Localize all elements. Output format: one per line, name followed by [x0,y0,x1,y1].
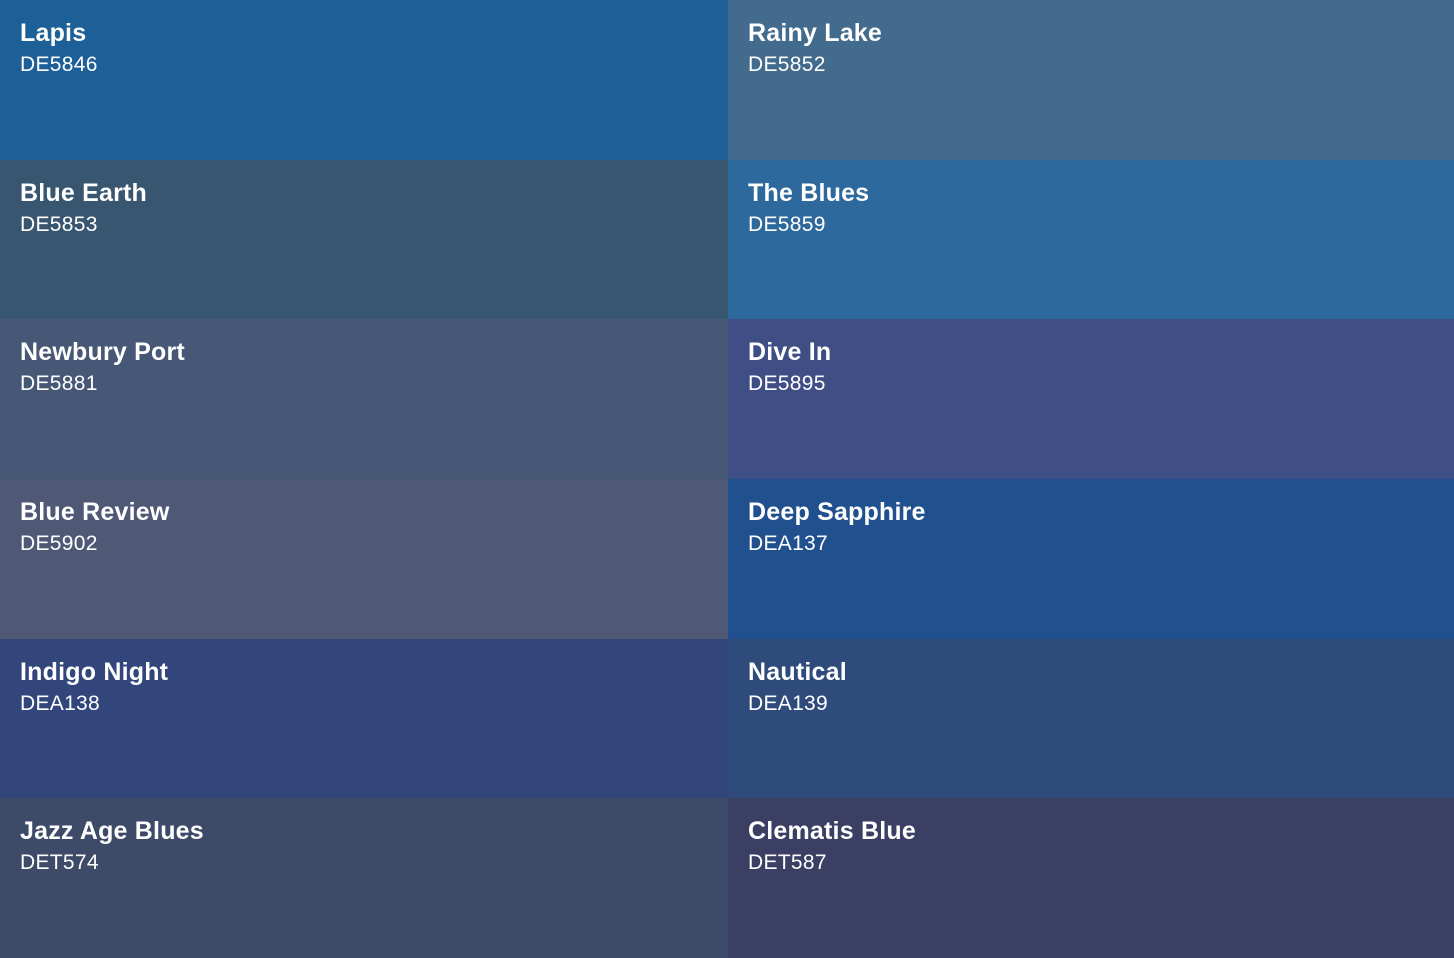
swatch-code: DE5846 [20,53,98,76]
swatch-newbury-port[interactable]: Newbury Port DE5881 [0,319,728,479]
swatch-jazz-age-blues[interactable]: Jazz Age Blues DET574 [0,798,728,958]
swatch-indigo-night[interactable]: Indigo Night DEA138 [0,638,728,799]
swatch-name: Blue Earth [20,178,148,207]
swatch-name: Indigo Night [20,657,169,686]
swatch-blue-review[interactable]: Blue Review DE5902 [0,479,728,639]
swatch-nautical[interactable]: Nautical DEA139 [728,638,1454,799]
swatch-rainy-lake[interactable]: Rainy Lake DE5852 [728,0,1454,160]
swatch-deep-sapphire[interactable]: Deep Sapphire DEA137 [728,479,1454,639]
swatch-name: Newbury Port [20,338,185,367]
swatch-name: Nautical [748,657,847,686]
swatch-code: DE5859 [748,212,826,236]
swatch-code: DET574 [20,851,99,875]
swatch-name: Clematis Blue [748,817,916,846]
swatch-code: DE5852 [748,53,826,76]
swatch-name: Rainy Lake [748,19,883,47]
swatch-code: DE5895 [748,372,826,396]
color-swatch-grid: Lapis DE5846 Rainy Lake DE5852 Blue Eart… [0,0,1454,958]
swatch-blue-earth[interactable]: Blue Earth DE5853 [0,159,728,320]
swatch-name: Blue Review [20,498,170,526]
swatch-code: DE5902 [20,532,98,555]
swatch-name: Lapis [20,19,87,47]
swatch-code: DEA137 [748,532,829,555]
swatch-the-blues[interactable]: The Blues DE5859 [728,159,1454,320]
swatch-code: DET587 [748,851,827,875]
swatch-name: The Blues [748,178,870,207]
swatch-clematis-blue[interactable]: Clematis Blue DET587 [728,798,1454,958]
swatch-code: DE5853 [20,212,98,236]
swatch-name: Jazz Age Blues [20,817,204,846]
swatch-name: Dive In [748,338,832,367]
swatch-code: DEA139 [748,691,829,715]
swatch-dive-in[interactable]: Dive In DE5895 [728,319,1454,479]
swatch-code: DE5881 [20,372,98,396]
swatch-lapis[interactable]: Lapis DE5846 [0,0,728,160]
swatch-code: DEA138 [20,691,101,715]
swatch-name: Deep Sapphire [748,498,926,526]
